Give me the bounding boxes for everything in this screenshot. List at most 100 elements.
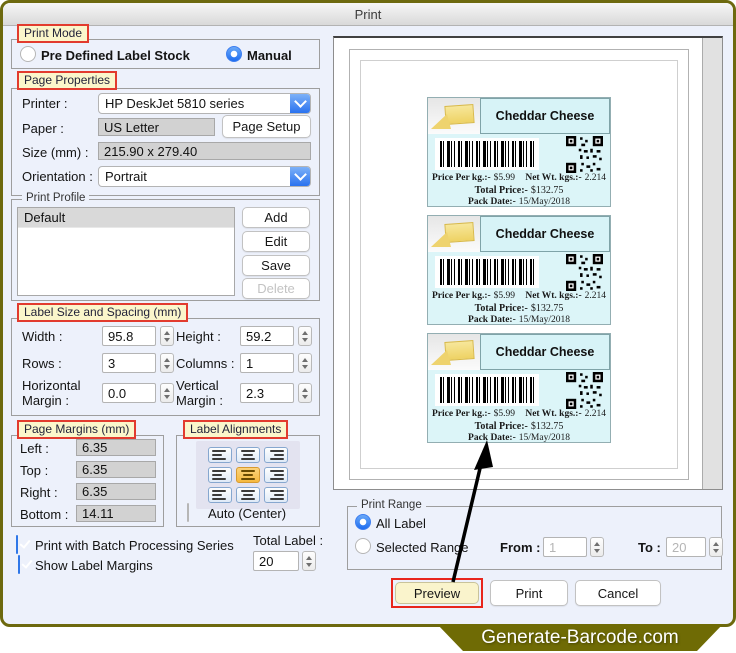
hmargin-label: Horizontal Margin : (22, 378, 81, 408)
columns-input[interactable]: 1 (240, 353, 294, 373)
to-stepper[interactable] (709, 537, 723, 557)
label-card: Cheddar Cheese Price Per kg.:- $5.99 Net… (427, 333, 611, 443)
qr-code-icon (566, 254, 603, 291)
price-label: Price Per kg.:- (432, 173, 491, 183)
align-bottom-right-button[interactable] (264, 487, 288, 503)
cheese-photo (428, 216, 480, 252)
orientation-select[interactable]: Portrait (98, 166, 311, 187)
hmargin-stepper[interactable] (160, 383, 174, 403)
preview-button-highlight: Preview (391, 578, 483, 608)
align-top-right-button[interactable] (264, 447, 288, 463)
align-bottom-center-button[interactable] (236, 487, 260, 503)
manual-radio[interactable] (226, 46, 242, 62)
site-banner-text: Generate-Barcode.com (481, 626, 679, 648)
label-card: Cheddar Cheese Price Per kg.:- $5.99 Net… (427, 215, 611, 325)
width-input[interactable]: 95.8 (102, 326, 156, 346)
barcode (435, 138, 539, 170)
edit-button[interactable]: Edit (242, 231, 310, 252)
margin-bottom-label: Bottom : (20, 507, 69, 522)
chevron-down-icon (290, 167, 310, 186)
align-top-center-button[interactable] (236, 447, 260, 463)
rows-input[interactable]: 3 (102, 353, 156, 373)
to-input[interactable]: 20 (666, 537, 706, 557)
preview-button[interactable]: Preview (395, 582, 479, 604)
columns-label: Columns : (176, 356, 235, 371)
margin-top-label: Top : (20, 463, 49, 478)
page-margins-tag: Page Margins (mm) (17, 420, 137, 439)
auto-center-checkbox[interactable] (187, 503, 189, 522)
preview-panel: Cheddar Cheese Price Per kg.:- $5.99 Net… (333, 36, 723, 490)
align-bottom-left-button[interactable] (208, 487, 232, 503)
selected-range-radio[interactable] (355, 538, 371, 554)
from-stepper[interactable] (590, 537, 604, 557)
label-alignments-tag: Label Alignments (183, 420, 289, 439)
print-profile-list[interactable]: Default (17, 207, 235, 296)
preview-scrollbar[interactable] (702, 38, 722, 489)
cheese-photo (428, 334, 480, 370)
qr-code-icon (566, 372, 603, 409)
page-properties-tag: Page Properties (17, 71, 118, 90)
width-stepper[interactable] (160, 326, 174, 346)
margin-bottom-field: 14.11 (76, 505, 156, 522)
price-value: $5.99 (493, 173, 516, 183)
from-label: From : (500, 540, 541, 555)
total-price-value: $132.75 (530, 185, 564, 196)
label-card: Cheddar Cheese Price Per kg.:- $5.99 Net… (427, 97, 611, 207)
printer-value: HP DeskJet 5810 series (105, 96, 245, 111)
page-setup-button[interactable]: Page Setup (222, 115, 311, 138)
pack-date-value: 15/May/2018 (518, 197, 570, 207)
margin-left-field: 6.35 (76, 439, 156, 456)
title-bar: Print (3, 3, 733, 26)
all-label-radio-label: All Label (376, 516, 426, 531)
align-middle-left-button[interactable] (208, 467, 232, 483)
rows-stepper[interactable] (160, 353, 174, 373)
columns-stepper[interactable] (298, 353, 312, 373)
vmargin-input[interactable]: 2.3 (240, 383, 294, 403)
width-label: Width : (22, 329, 63, 344)
align-middle-right-button[interactable] (264, 467, 288, 483)
orientation-value: Portrait (105, 169, 147, 184)
window-title: Print (354, 6, 382, 22)
print-mode-tag: Print Mode (17, 24, 90, 43)
net-weight-value: 2.214 (584, 173, 606, 183)
print-button[interactable]: Print (490, 580, 568, 606)
manual-radio-label: Manual (247, 48, 292, 63)
total-price-label: Total Price:- (474, 421, 528, 432)
total-label-stepper[interactable] (302, 551, 316, 571)
total-label-input[interactable]: 20 (253, 551, 299, 571)
align-top-left-button[interactable] (208, 447, 232, 463)
batch-processing-checkbox[interactable] (16, 535, 18, 554)
price-label: Price Per kg.:- (432, 409, 491, 419)
total-label-caption: Total Label : (253, 533, 324, 548)
align-middle-center-button[interactable] (236, 467, 260, 483)
pack-date-label: Pack Date:- (468, 433, 516, 443)
height-input[interactable]: 59.2 (240, 326, 294, 346)
save-button[interactable]: Save (242, 255, 310, 276)
net-weight-label: Net Wt. kgs.:- (525, 173, 582, 183)
all-label-radio[interactable] (355, 514, 371, 530)
printer-label: Printer : (22, 96, 68, 111)
margin-right-field: 6.35 (76, 483, 156, 500)
height-label: Height : (176, 329, 221, 344)
barcode (435, 374, 539, 406)
printer-select[interactable]: HP DeskJet 5810 series (98, 93, 311, 114)
print-profile-legend: Print Profile (22, 192, 90, 204)
price-value: $5.99 (493, 409, 516, 419)
label-title: Cheddar Cheese (480, 334, 610, 370)
auto-center-label: Auto (Center) (208, 506, 287, 521)
size-label: Size (mm) : (22, 145, 89, 160)
height-stepper[interactable] (298, 326, 312, 346)
predefined-radio[interactable] (20, 46, 36, 62)
total-price-value: $132.75 (530, 421, 564, 432)
cancel-button[interactable]: Cancel (575, 580, 661, 606)
delete-button[interactable]: Delete (242, 278, 310, 299)
from-input[interactable]: 1 (543, 537, 587, 557)
show-margins-checkbox[interactable] (18, 555, 20, 574)
chevron-down-icon (290, 94, 310, 113)
vmargin-stepper[interactable] (298, 383, 312, 403)
profile-list-item[interactable]: Default (18, 208, 234, 228)
rows-label: Rows : (22, 356, 62, 371)
add-button[interactable]: Add (242, 207, 310, 228)
hmargin-input[interactable]: 0.0 (102, 383, 156, 403)
margin-right-label: Right : (20, 485, 58, 500)
